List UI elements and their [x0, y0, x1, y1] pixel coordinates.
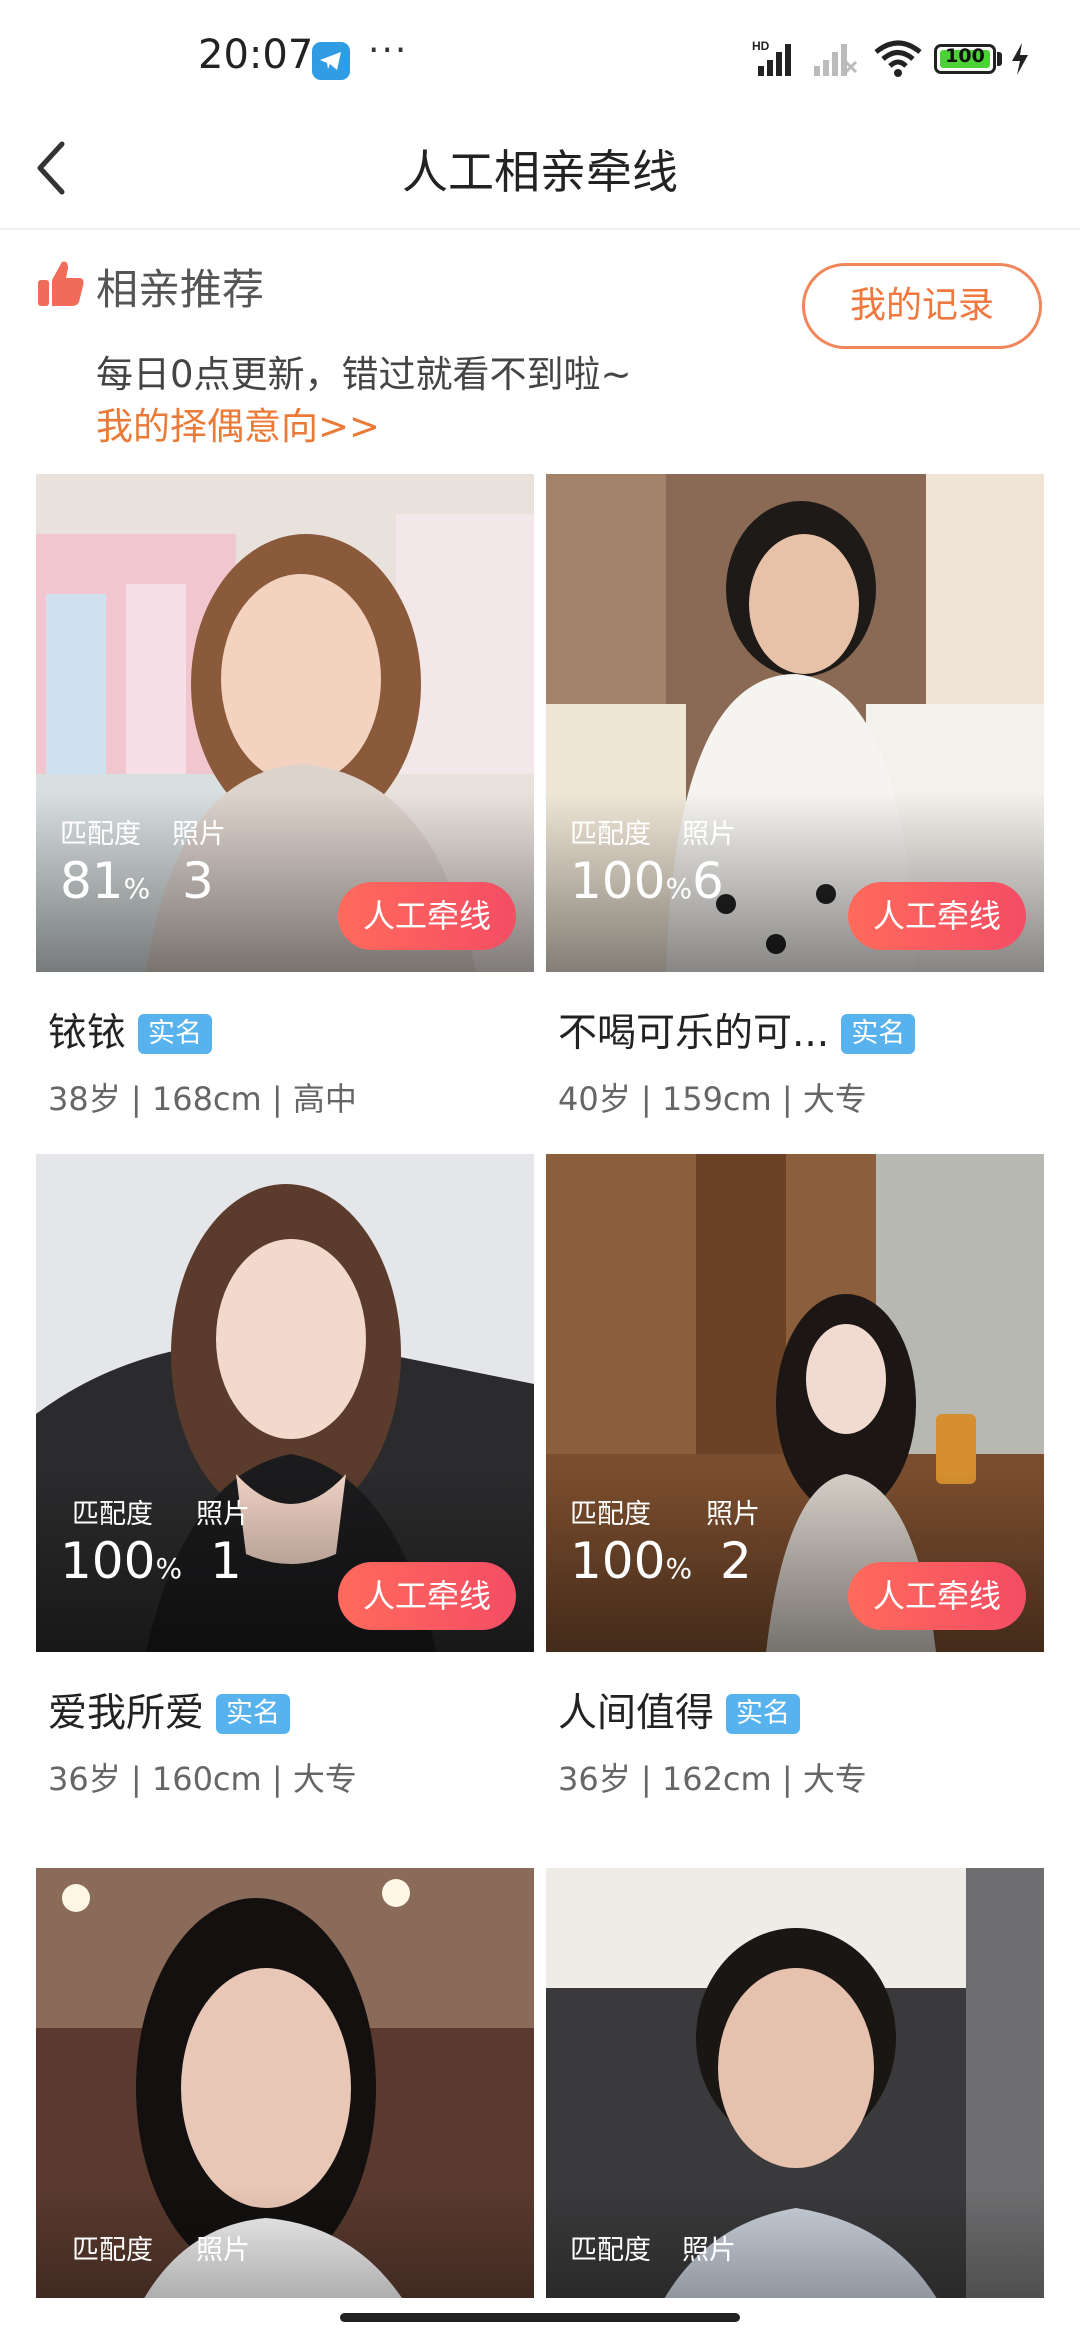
- profile-name: 铱铱 实名: [48, 1002, 213, 1058]
- svg-text:HD: HD: [752, 39, 770, 53]
- battery-level: 100: [945, 45, 985, 67]
- photo-count: 2: [720, 1532, 752, 1590]
- photo-count: 6: [692, 852, 724, 910]
- photo-count-label: 照片: [196, 2235, 250, 2266]
- match-label: 匹配度: [570, 819, 651, 850]
- photo-count-label: 照片: [196, 1499, 250, 1530]
- verified-badge: 实名: [726, 1694, 801, 1734]
- signal-hd-icon: HD: [752, 39, 791, 76]
- matchmaker-button[interactable]: 人工牵线: [338, 1562, 516, 1630]
- profile-name: 爱我所爱 实名: [48, 1682, 291, 1738]
- photo-count-label: 照片: [706, 1499, 760, 1530]
- photo-count: 1: [210, 1532, 242, 1590]
- preference-link[interactable]: 我的择偶意向>>: [96, 396, 380, 450]
- photo-count-label: 照片: [682, 819, 736, 850]
- section-title: 相亲推荐: [96, 265, 265, 314]
- status-time: 20:07: [198, 32, 314, 78]
- profile-photo[interactable]: 匹配度 照片: [546, 1868, 1044, 2298]
- photo-count-label: 照片: [682, 2235, 736, 2266]
- match-value: 81%: [60, 852, 151, 910]
- match-label: 匹配度: [570, 2235, 651, 2266]
- telegram-icon: [312, 42, 350, 80]
- profile-name: 不喝可乐的可... 实名: [558, 1002, 916, 1058]
- my-records-button[interactable]: 我的记录: [802, 263, 1042, 349]
- thumbs-up-icon: [38, 261, 84, 306]
- match-value: 100%: [60, 1532, 183, 1590]
- page-title: 人工相亲牵线: [402, 145, 678, 199]
- profile-photo[interactable]: 匹配度 照片 100% 1 人工牵线: [36, 1154, 534, 1652]
- verified-badge: 实名: [138, 1014, 213, 1054]
- profile-photo[interactable]: 匹配度 照片: [36, 1868, 534, 2298]
- status-bar: 20:07 ··· HD 100: [0, 0, 1080, 110]
- match-label: 匹配度: [72, 2235, 153, 2266]
- profile-name: 人间值得 实名: [558, 1682, 801, 1738]
- profile-photo[interactable]: 匹配度 照片 81% 3 人工牵线: [36, 474, 534, 972]
- profile-info: 38岁 | 168cm | 高中: [48, 1080, 357, 1118]
- photo-count-label: 照片: [172, 819, 226, 850]
- profile-photo[interactable]: 匹配度 照片 100% 6 人工牵线: [546, 474, 1044, 972]
- more-notifications-icon: ···: [368, 30, 409, 71]
- match-label: 匹配度: [72, 1499, 153, 1530]
- match-value: 100%: [570, 852, 693, 910]
- matchmaker-button[interactable]: 人工牵线: [848, 882, 1026, 950]
- signal-icon: [814, 44, 858, 76]
- matchmaker-button[interactable]: 人工牵线: [848, 1562, 1026, 1630]
- verified-badge: 实名: [216, 1694, 291, 1734]
- battery-icon: 100: [934, 44, 996, 74]
- verified-badge: 实名: [841, 1014, 916, 1054]
- home-indicator[interactable]: [340, 2313, 740, 2322]
- profile-card[interactable]: 匹配度 照片: [546, 1868, 1044, 2298]
- profile-photo[interactable]: 匹配度 照片 100% 2 人工牵线: [546, 1154, 1044, 1652]
- match-label: 匹配度: [570, 1499, 651, 1530]
- wifi-icon: [874, 40, 922, 77]
- profile-info: 36岁 | 162cm | 大专: [558, 1760, 867, 1798]
- profile-card[interactable]: 匹配度 照片: [36, 1868, 534, 2298]
- matchmaker-button[interactable]: 人工牵线: [338, 882, 516, 950]
- profile-info: 36岁 | 160cm | 大专: [48, 1760, 357, 1798]
- charging-icon: [1012, 43, 1028, 75]
- nav-bar: 人工相亲牵线: [0, 110, 1080, 230]
- section-subtitle: 每日0点更新，错过就看不到啦~: [96, 353, 632, 396]
- match-value: 100%: [570, 1532, 693, 1590]
- photo-count: 3: [182, 852, 214, 910]
- profile-info: 40岁 | 159cm | 大专: [558, 1080, 867, 1118]
- match-label: 匹配度: [60, 819, 141, 850]
